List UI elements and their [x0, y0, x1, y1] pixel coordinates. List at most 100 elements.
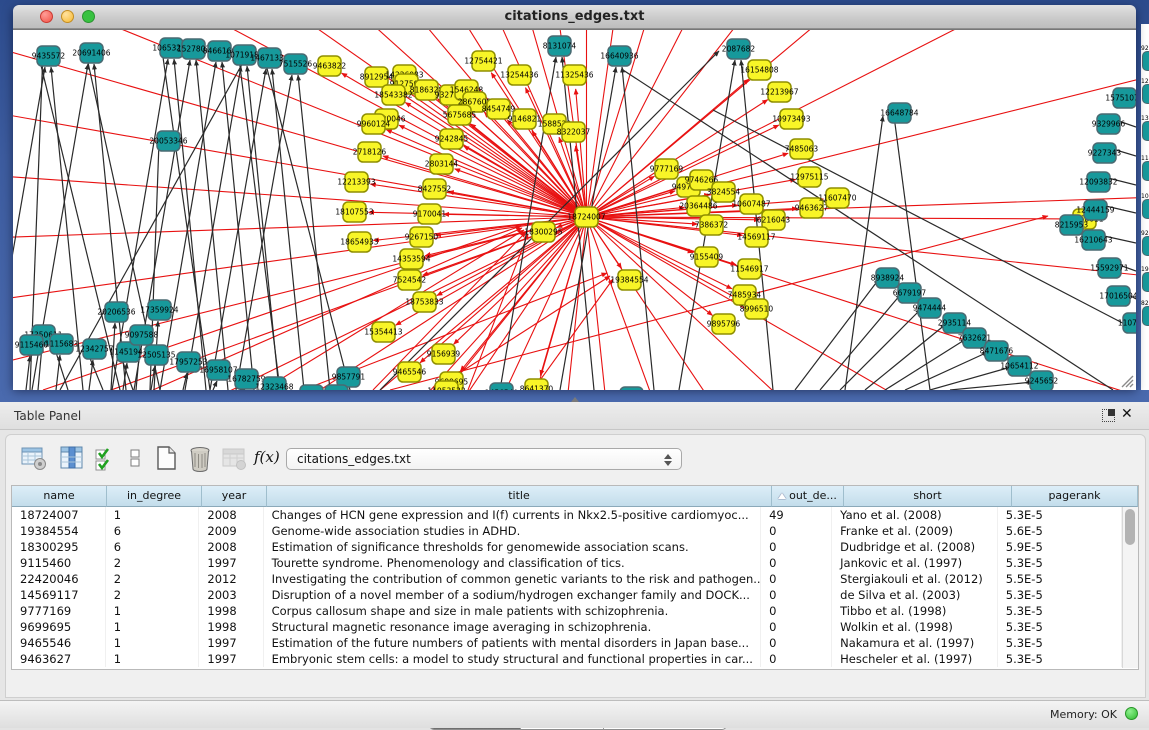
row-checklist-icon[interactable] — [92, 444, 120, 472]
rows-icon[interactable] — [122, 444, 150, 472]
table-cell[interactable]: Nakamura et al. (1997) — [832, 635, 998, 651]
table-cell[interactable]: Estimation of the future numbers of pati… — [264, 635, 762, 651]
window-titlebar[interactable]: citations_edges.txt — [13, 5, 1136, 29]
table-cell[interactable]: 2 — [106, 571, 200, 587]
table-cell[interactable]: 1998 — [199, 619, 263, 635]
table-body[interactable]: 1872400712008Changes of HCN gene express… — [12, 507, 1122, 667]
column-header-title[interactable]: title — [267, 486, 772, 507]
table-scrollbar-thumb[interactable] — [1125, 509, 1135, 545]
table-row[interactable]: 2242004622012Investigating the contribut… — [12, 571, 1122, 587]
table-cell[interactable]: 9699695 — [12, 619, 106, 635]
table-cell[interactable]: 0 — [761, 523, 832, 539]
table-cell[interactable]: 5.3E-5 — [998, 603, 1122, 619]
table-cell[interactable]: 0 — [761, 603, 832, 619]
table-cell[interactable]: 19384554 — [12, 523, 106, 539]
table-row[interactable]: 946554611997Estimation of the future num… — [12, 635, 1122, 651]
table-cell[interactable]: 9777169 — [12, 603, 106, 619]
column-header-in_degree[interactable]: in_degree — [107, 486, 202, 507]
table-source-dropdown[interactable]: citations_edges.txt — [286, 448, 682, 470]
table-cell[interactable]: 5.3E-5 — [998, 587, 1122, 603]
table-cell[interactable]: 1 — [106, 651, 200, 667]
graph-node[interactable] — [300, 385, 323, 390]
table-cell[interactable]: Yano et al. (2008) — [832, 507, 998, 523]
column-header-year[interactable]: year — [202, 486, 267, 507]
table-cell[interactable]: 22420046 — [12, 571, 106, 587]
table-cell[interactable]: Dudbridge et al. (2008) — [832, 539, 998, 555]
table-cell[interactable]: Structural magnetic resonance image aver… — [264, 619, 762, 635]
table-cell[interactable]: 1 — [106, 619, 200, 635]
table-cell[interactable]: 1997 — [199, 555, 263, 571]
table-cell[interactable]: 6 — [106, 523, 200, 539]
table-scrollbar[interactable] — [1122, 507, 1138, 668]
column-header-short[interactable]: short — [844, 486, 1012, 507]
table-row[interactable]: 1872400712008Changes of HCN gene express… — [12, 507, 1122, 523]
table-cell[interactable]: 0 — [761, 555, 832, 571]
column-header-pagerank[interactable]: pagerank — [1012, 486, 1138, 507]
table-cell[interactable]: Embryonic stem cells: a model to study s… — [264, 651, 762, 667]
table-cell[interactable]: 1997 — [199, 635, 263, 651]
table-cell[interactable]: 0 — [761, 635, 832, 651]
float-panel-icon[interactable] — [1102, 409, 1115, 422]
table-cell[interactable]: Estimation of significance thresholds fo… — [264, 539, 762, 555]
table-cell[interactable]: de Silva et al. (2003) — [832, 587, 998, 603]
table-cell[interactable]: Tourette syndrome. Phenomenology and cla… — [264, 555, 762, 571]
network-canvas[interactable]: 1872400718300295193845549777169949756897… — [13, 29, 1136, 390]
table-row[interactable]: 1938455462009Genome-wide association stu… — [12, 523, 1122, 539]
table-cell[interactable]: 2012 — [199, 571, 263, 587]
table-cell[interactable]: Investigating the contribution of common… — [264, 571, 762, 587]
table-cell[interactable]: Changes of HCN gene expression and I(f) … — [264, 507, 762, 523]
table-cell[interactable]: 2008 — [199, 507, 263, 523]
table-cell[interactable]: 2 — [106, 587, 200, 603]
panel-splitter-handle[interactable] — [569, 397, 581, 402]
column-header-out_de[interactable]: out_de... — [772, 486, 844, 507]
table-cell[interactable]: Stergiakouli et al. (2012) — [832, 571, 998, 587]
table-row[interactable]: 1830029562008Estimation of significance … — [12, 539, 1122, 555]
table-columns-icon[interactable] — [58, 444, 86, 472]
table-cell[interactable]: 0 — [761, 651, 832, 667]
table-cell[interactable]: Wolkin et al. (1998) — [832, 619, 998, 635]
table-cell[interactable]: Genome-wide association studies in ADHD. — [264, 523, 762, 539]
table-cell[interactable]: 5.3E-5 — [998, 555, 1122, 571]
table-row[interactable]: 911546021997Tourette syndrome. Phenomeno… — [12, 555, 1122, 571]
table-cell[interactable]: 1997 — [199, 651, 263, 667]
table-cell[interactable]: 5.9E-5 — [998, 539, 1122, 555]
table-cell[interactable]: 2008 — [199, 539, 263, 555]
table-header-row[interactable]: namein_degreeyeartitleout_de...shortpage… — [12, 486, 1138, 507]
table-cell[interactable]: 1 — [106, 635, 200, 651]
table-cell[interactable]: 0 — [761, 619, 832, 635]
table-cell[interactable]: 2009 — [199, 523, 263, 539]
function-builder-icon[interactable]: f(x) — [254, 444, 282, 472]
table-cell[interactable]: Tibbo et al. (1998) — [832, 603, 998, 619]
table-row[interactable]: 1456911722003Disruption of a novel membe… — [12, 587, 1122, 603]
table-cell[interactable]: 9465546 — [12, 635, 106, 651]
table-cell[interactable]: Disruption of a novel member of a sodium… — [264, 587, 762, 603]
table-cell[interactable]: 5.3E-5 — [998, 507, 1122, 523]
table-row[interactable]: 946362711997Embryonic stem cells: a mode… — [12, 651, 1122, 667]
table-cell[interactable]: Hescheler et al. (1997) — [832, 651, 998, 667]
table-cell[interactable]: 5.3E-5 — [998, 619, 1122, 635]
resize-grip-icon[interactable] — [1116, 372, 1134, 388]
close-panel-icon[interactable]: ✕ — [1121, 406, 1133, 422]
table-cell[interactable]: 14569117 — [12, 587, 106, 603]
table-cell[interactable]: 0 — [761, 571, 832, 587]
graph-node[interactable] — [620, 387, 643, 390]
trash-icon[interactable] — [186, 444, 214, 472]
table-cell[interactable]: 5.3E-5 — [998, 651, 1122, 667]
table-cell[interactable]: 9115460 — [12, 555, 106, 571]
column-header-name[interactable]: name — [12, 486, 107, 507]
table-cell[interactable]: 9463627 — [12, 651, 106, 667]
table-cell[interactable]: 1 — [106, 507, 200, 523]
table-cell[interactable]: 18724007 — [12, 507, 106, 523]
table-settings-icon[interactable] — [20, 444, 48, 472]
table-cell[interactable]: 0 — [761, 587, 832, 603]
network-view-window[interactable]: citations_edges.txt 18724007183002951938… — [13, 5, 1136, 388]
table-cell[interactable]: 1998 — [199, 603, 263, 619]
table-cell[interactable]: 5.3E-5 — [998, 635, 1122, 651]
table-cell[interactable]: 2003 — [199, 587, 263, 603]
table-cell[interactable]: 18300295 — [12, 539, 106, 555]
table-cell[interactable]: 5.5E-5 — [998, 571, 1122, 587]
table-row[interactable]: 969969511998Structural magnetic resonanc… — [12, 619, 1122, 635]
table-cell[interactable]: Corpus callosum shape and size in male p… — [264, 603, 762, 619]
table-cell[interactable]: 0 — [761, 539, 832, 555]
table-cell[interactable]: 6 — [106, 539, 200, 555]
